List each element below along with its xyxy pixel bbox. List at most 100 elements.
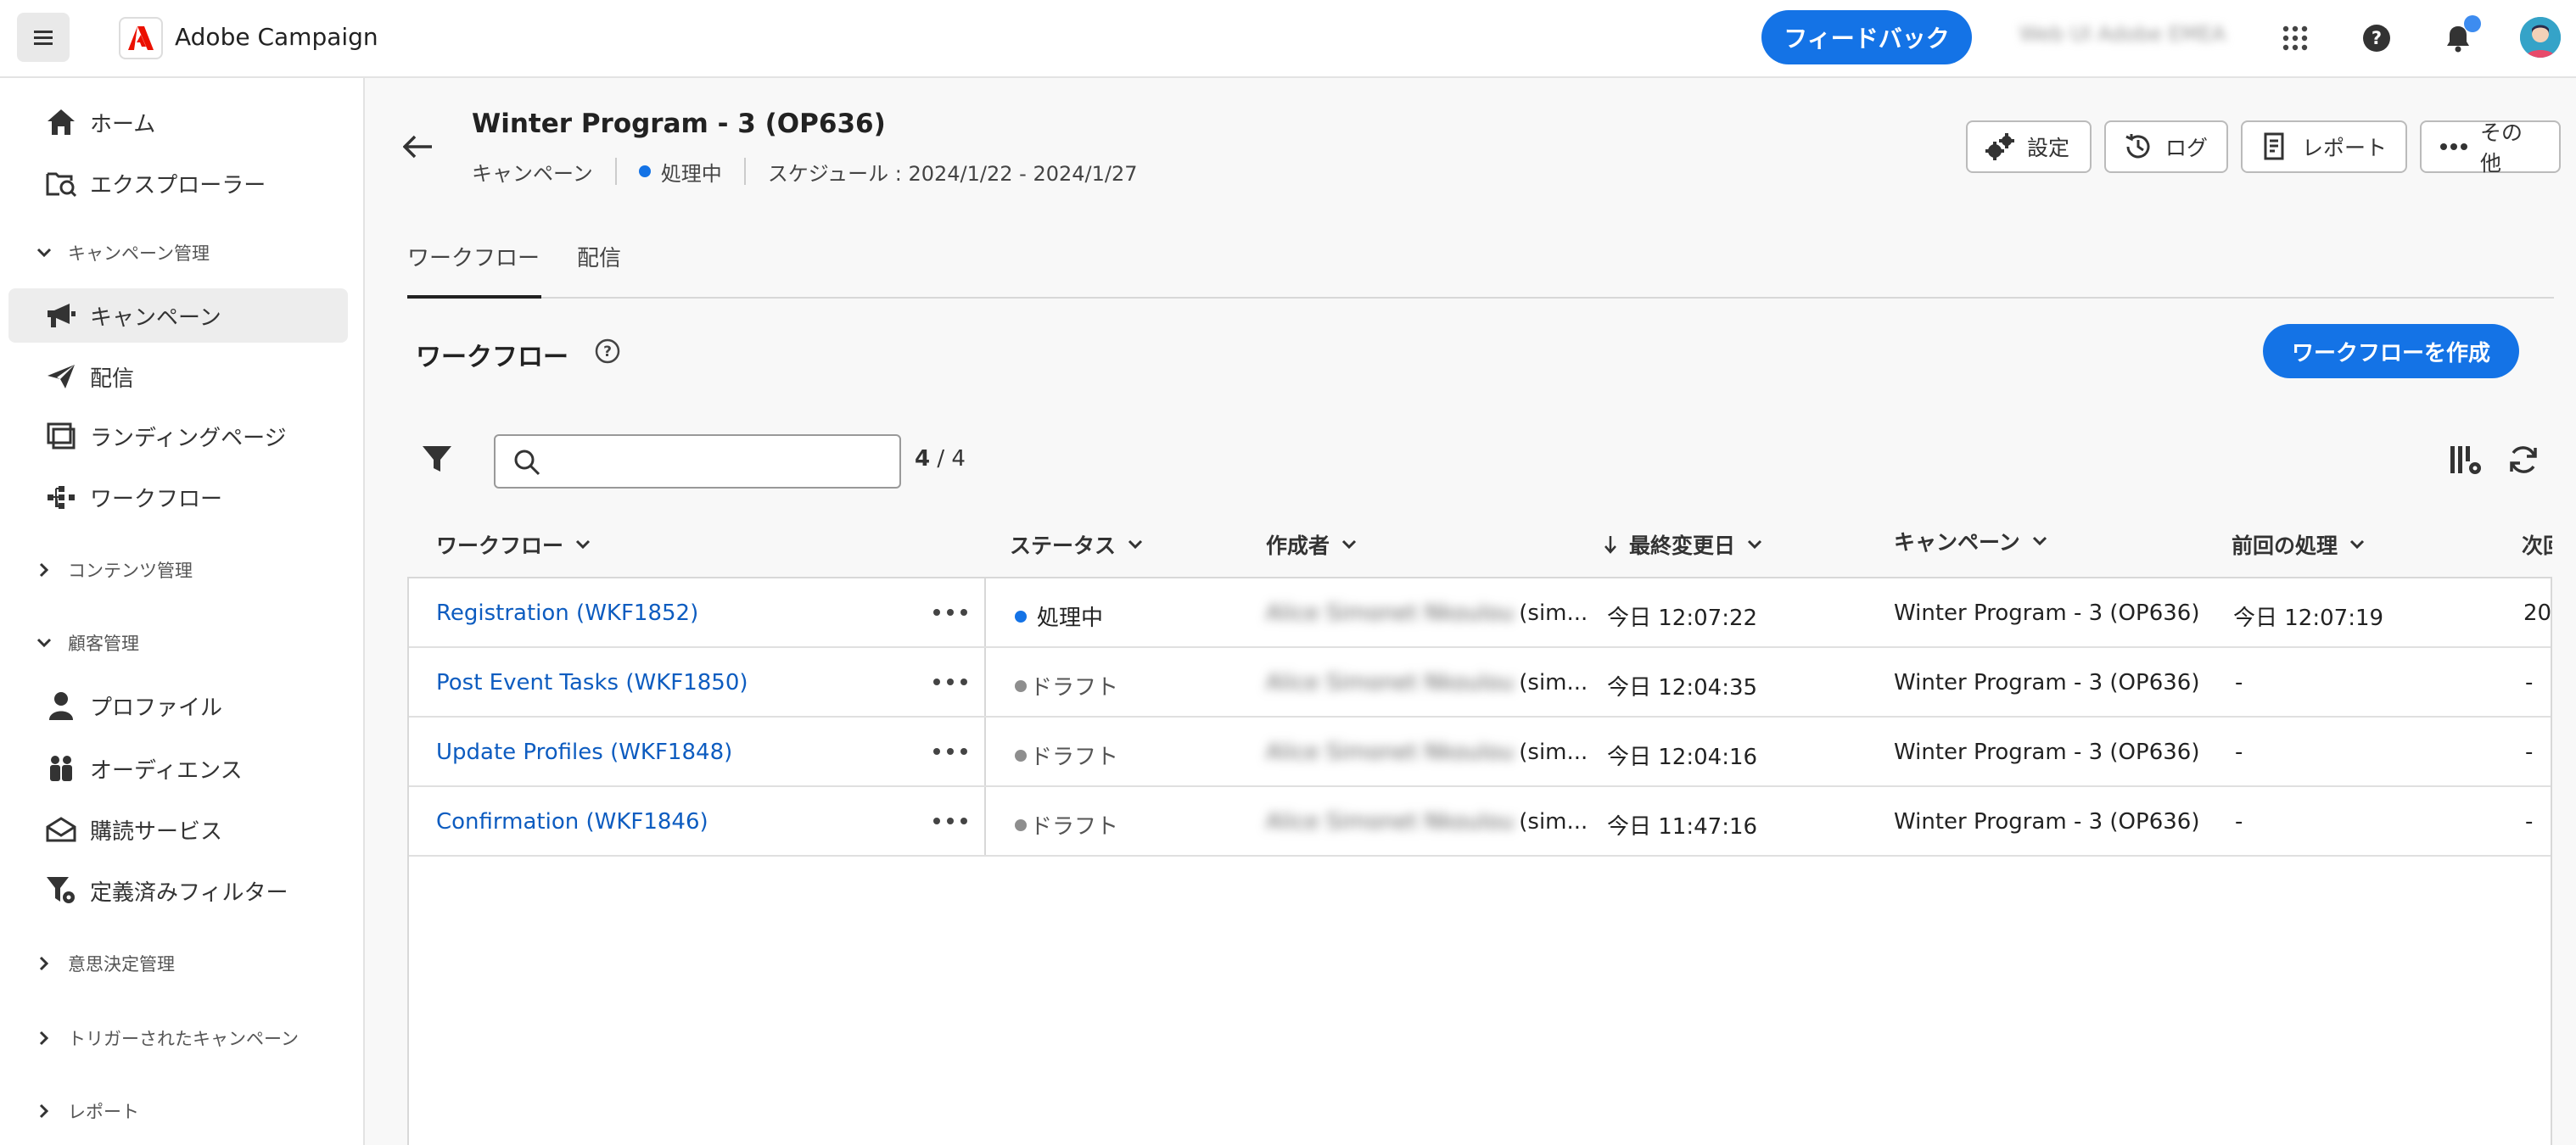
org-switcher[interactable]: Web UI Adobe EMEA [2019, 22, 2226, 46]
status-cell: ドラフト [1015, 809, 1118, 841]
sidebar-section-decision-management[interactable]: 意思決定管理 [34, 947, 175, 980]
table-row[interactable]: Registration (WKF1852) 処理中 Alice Simonet… [409, 578, 2551, 648]
chevron-right-icon [34, 560, 54, 580]
table-row[interactable]: Confirmation (WKF1846) ドラフト Alice Simone… [409, 787, 2551, 857]
campaign-cell: Winter Program - 3 (OP636) [1894, 809, 2200, 835]
author-cell: Alice Simonet Nkoulou (sim... [1266, 809, 1588, 835]
tab-deliveries[interactable]: 配信 [577, 241, 621, 272]
apps-grid-icon[interactable] [2276, 19, 2315, 58]
chevron-right-icon [34, 1028, 54, 1048]
last-run-cell: - [2235, 670, 2243, 695]
menu-toggle-button[interactable] [17, 13, 70, 62]
paper-plane-icon [44, 360, 78, 394]
sidebar-section-campaign-management[interactable]: キャンペーン管理 [34, 236, 210, 270]
search-field[interactable] [494, 434, 901, 489]
top-bar: Adobe Campaign フィードバック Web UI Adobe EMEA… [0, 0, 2576, 78]
search-input[interactable] [552, 443, 891, 480]
column-header-author[interactable]: 作成者 [1266, 529, 1358, 560]
person-icon [44, 689, 78, 723]
gears-icon [1985, 131, 2015, 162]
sidebar-item-home[interactable]: ホーム [8, 95, 348, 149]
chevron-down-icon [1340, 535, 1358, 554]
app-title: Adobe Campaign [175, 23, 378, 51]
page-title: Winter Program - 3 (OP636) [472, 109, 886, 139]
sidebar-section-customer-management[interactable]: 顧客管理 [34, 626, 139, 660]
sidebar-item-profiles[interactable]: プロファイル [8, 679, 348, 733]
next-run-cell: - [2525, 740, 2534, 765]
home-icon [44, 105, 78, 139]
row-more-actions-icon[interactable] [933, 672, 967, 692]
notification-badge [2464, 15, 2481, 32]
campaign-status: 処理中 [660, 161, 722, 186]
refresh-icon[interactable] [2506, 443, 2542, 478]
column-header-campaign[interactable]: キャンペーン [1894, 526, 2049, 556]
sidebar-item-explorer[interactable]: エクスプローラー [8, 156, 348, 210]
section-title: ワークフロー [416, 343, 568, 372]
meta-divider [614, 158, 617, 185]
chevron-right-icon [34, 1101, 54, 1121]
history-icon [2123, 131, 2153, 162]
people-group-icon [44, 751, 78, 785]
status-dot [1015, 610, 1027, 623]
table-row[interactable]: Update Profiles (WKF1848) ドラフト Alice Sim… [409, 718, 2551, 787]
status-dot [638, 165, 651, 177]
table-row[interactable]: Post Event Tasks (WKF1850) ドラフト Alice Si… [409, 648, 2551, 718]
column-settings-icon[interactable] [2449, 443, 2484, 478]
sidebar-section-reports[interactable]: レポート [34, 1094, 139, 1128]
sort-arrow-down-icon [1604, 534, 1617, 555]
author-cell: Alice Simonet Nkoulou (sim... [1266, 740, 1588, 765]
chevron-right-icon [34, 953, 54, 974]
more-button[interactable]: その他 [2420, 120, 2561, 176]
sidebar-item-landing-pages[interactable]: ランディングページ [8, 409, 348, 463]
log-button[interactable]: ログ [2104, 120, 2228, 173]
filter-settings-icon [44, 874, 78, 908]
workflow-name-link[interactable]: Update Profiles (WKF1848) [436, 740, 732, 765]
sidebar-item-predefined-filters[interactable]: 定義済みフィルター [8, 863, 348, 918]
sidebar-item-deliveries[interactable]: 配信 [8, 349, 348, 404]
workflow-name-link[interactable]: Registration (WKF1852) [436, 600, 698, 626]
feedback-button[interactable]: フィードバック [1761, 10, 1972, 64]
workflow-name-link[interactable]: Post Event Tasks (WKF1850) [436, 670, 748, 695]
filter-icon[interactable] [421, 443, 455, 477]
sidebar-section-content-management[interactable]: コンテンツ管理 [34, 553, 193, 587]
window-icon [44, 419, 78, 453]
column-header-last-modified[interactable]: 最終変更日 [1604, 529, 1764, 560]
help-circle-icon[interactable]: ? [594, 338, 621, 365]
row-more-actions-icon[interactable] [933, 811, 967, 831]
user-avatar[interactable] [2520, 17, 2561, 58]
column-header-next-run[interactable]: 次回 [2522, 529, 2552, 560]
column-header-workflow[interactable]: ワークフロー [436, 529, 592, 560]
chevron-down-icon [1745, 535, 1764, 554]
tab-workflows[interactable]: ワークフロー [407, 241, 540, 272]
report-button[interactable]: レポート [2241, 120, 2407, 173]
sidebar: ホーム エクスプローラー キャンペーン管理 キャンペーン 配信 ランディングペー… [0, 78, 365, 1145]
sidebar-section-triggered-campaigns[interactable]: トリガーされたキャンペーン [34, 1021, 299, 1055]
notifications-bell-icon[interactable] [2439, 15, 2481, 58]
row-more-actions-icon[interactable] [933, 741, 967, 762]
next-run-cell: 202 [2523, 600, 2552, 626]
folder-search-icon [44, 166, 78, 200]
adobe-logo-icon [119, 17, 163, 59]
column-header-status[interactable]: ステータス [1010, 529, 1145, 560]
hamburger-icon [34, 29, 53, 47]
next-run-cell: - [2525, 670, 2534, 695]
last-run-cell: - [2235, 809, 2243, 835]
sidebar-item-campaigns[interactable]: キャンペーン [8, 288, 348, 343]
create-workflow-button[interactable]: ワークフローを作成 [2263, 324, 2519, 378]
settings-button[interactable]: 設定 [1966, 120, 2092, 173]
status-dot [1015, 749, 1027, 762]
tab-bar: ワークフロー 配信 [407, 234, 2554, 299]
sidebar-item-audiences[interactable]: オーディエンス [8, 741, 348, 796]
row-more-actions-icon[interactable] [933, 602, 967, 623]
result-count: 4 / 4 [915, 446, 966, 472]
sidebar-item-workflows[interactable]: ワークフロー [8, 470, 348, 524]
column-header-last-run[interactable]: 前回の処理 [2232, 529, 2366, 560]
svg-text:?: ? [603, 344, 612, 360]
back-arrow-icon[interactable] [399, 127, 438, 166]
last-run-cell: 今日 12:07:19 [2233, 606, 2384, 631]
help-icon[interactable]: ? [2357, 19, 2396, 58]
megaphone-icon [44, 299, 78, 332]
envelope-icon [44, 813, 78, 846]
workflow-name-link[interactable]: Confirmation (WKF1846) [436, 809, 708, 835]
sidebar-item-subscription-services[interactable]: 購読サービス [8, 802, 348, 857]
